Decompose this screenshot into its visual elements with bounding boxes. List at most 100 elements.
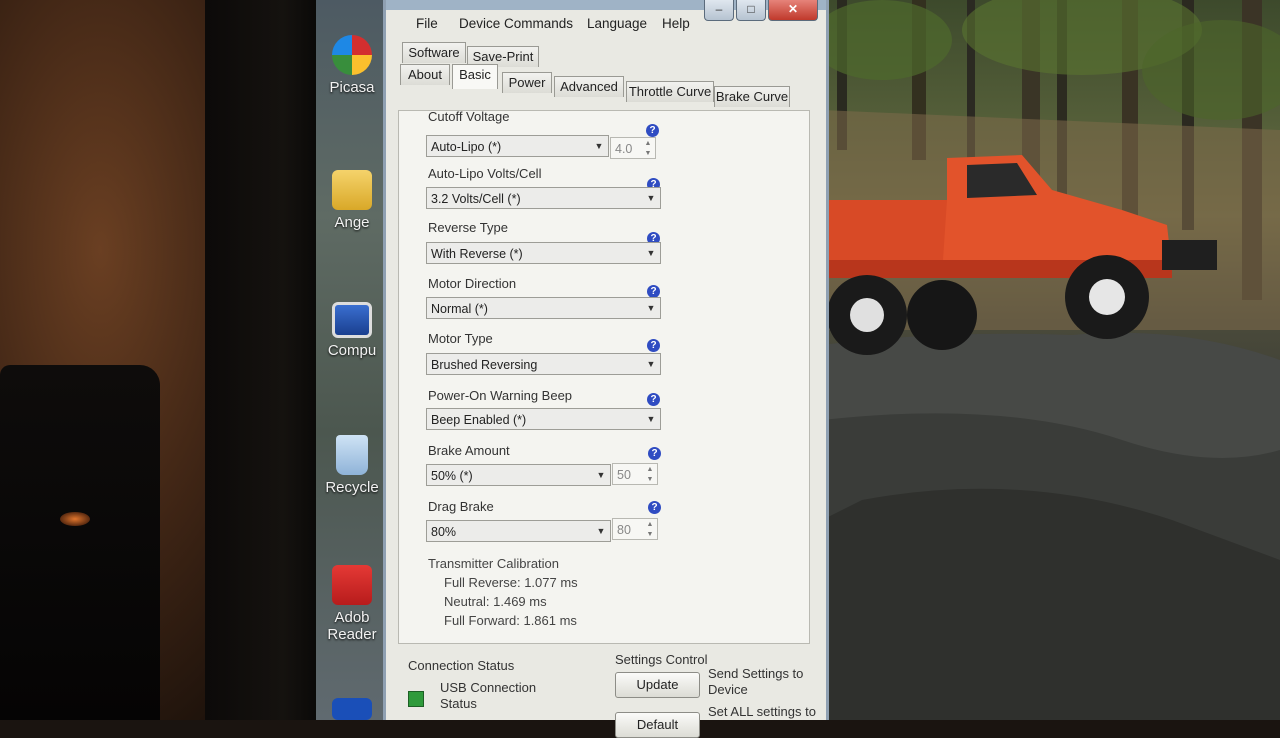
menu-bar: File Device Commands Language Help	[386, 12, 826, 38]
selected-value: 3.2 Volts/Cell (*)	[431, 192, 521, 206]
chevron-down-icon: ▼	[646, 414, 656, 424]
field-label-auto-lipo: Auto-Lipo Volts/Cell	[428, 166, 542, 181]
folder-icon	[332, 170, 372, 210]
send-settings-label: Send Settings to Device	[708, 666, 803, 698]
drag-brake-select[interactable]: 80% ▼	[426, 520, 611, 542]
computer-icon	[332, 302, 372, 338]
help-icon[interactable]: ?	[646, 124, 659, 137]
desktop-icon-picasa[interactable]: Picasa	[322, 35, 382, 96]
chevron-down-icon: ▼	[596, 526, 606, 536]
usb-status-led	[408, 691, 424, 707]
stepper-up-icon[interactable]: ▲	[644, 465, 656, 474]
desktop-icon-label: Picasa	[329, 79, 375, 96]
field-label-warning-beep: Power-On Warning Beep	[428, 388, 573, 403]
desktop-icon-label: Adob	[334, 609, 370, 626]
warning-beep-select[interactable]: Beep Enabled (*) ▼	[426, 408, 661, 430]
monitor-bezel	[205, 0, 317, 720]
calibration-neutral: Neutral: 1.469 ms	[444, 594, 547, 609]
tab-power[interactable]: Power	[502, 72, 552, 93]
calibration-title: Transmitter Calibration	[428, 556, 560, 571]
desktop-icon-adobe-reader[interactable]: Adob Reader	[322, 565, 382, 643]
field-label-cutoff-voltage: Cutoff Voltage	[428, 109, 510, 124]
brake-amount-stepper[interactable]: 50 ▲ ▼	[612, 463, 658, 485]
selected-value: 80%	[431, 525, 457, 539]
stepper-value: 50	[617, 468, 631, 482]
help-icon[interactable]: ?	[647, 339, 660, 352]
settings-control-title: Settings Control	[615, 652, 708, 667]
stepper-up-icon[interactable]: ▲	[642, 139, 654, 148]
motor-type-select[interactable]: Brushed Reversing ▼	[426, 353, 661, 375]
stepper-down-icon[interactable]: ▼	[644, 475, 656, 484]
field-label-brake-amount: Brake Amount	[428, 443, 510, 458]
menu-help[interactable]: Help	[662, 16, 690, 31]
chevron-down-icon: ▼	[594, 141, 604, 151]
picasa-icon	[332, 35, 372, 75]
help-icon[interactable]: ?	[647, 393, 660, 406]
desktop-icon-label: Reader	[327, 626, 377, 643]
desktop-icon-ange[interactable]: Ange	[322, 170, 382, 231]
usb-status-label: USB Connection Status	[440, 680, 536, 712]
help-icon[interactable]: ?	[648, 447, 661, 460]
selected-value: With Reverse (*)	[431, 247, 523, 261]
selected-value: Auto-Lipo (*)	[431, 140, 502, 154]
menu-language[interactable]: Language	[587, 16, 647, 31]
tab-brake-curve[interactable]: Brake Curve	[714, 86, 790, 107]
chevron-down-icon: ▼	[646, 248, 656, 258]
field-label-motor-direction: Motor Direction	[428, 276, 517, 291]
reverse-type-select[interactable]: With Reverse (*) ▼	[426, 242, 661, 264]
tab-throttle-curve[interactable]: Throttle Curve	[626, 81, 714, 102]
calibration-full-reverse: Full Reverse: 1.077 ms	[444, 575, 578, 590]
stepper-up-icon[interactable]: ▲	[644, 520, 656, 529]
cutoff-voltage-stepper[interactable]: 4.0 ▲ ▼	[610, 137, 656, 159]
selected-value: 50% (*)	[431, 469, 473, 483]
tab-about[interactable]: About	[400, 64, 450, 85]
field-label-reverse-type: Reverse Type	[428, 220, 508, 235]
chevron-down-icon: ▼	[596, 470, 606, 480]
usb-status-line2: Status	[440, 696, 477, 711]
default-button[interactable]: Default	[615, 712, 700, 738]
cutoff-voltage-select[interactable]: Auto-Lipo (*) ▼	[426, 135, 609, 157]
drag-brake-stepper[interactable]: 80 ▲ ▼	[612, 518, 658, 540]
recycle-bin-icon	[336, 435, 368, 475]
stepper-down-icon[interactable]: ▼	[642, 149, 654, 158]
auto-lipo-volts-select[interactable]: 3.2 Volts/Cell (*) ▼	[426, 187, 661, 209]
usb-status-line1: USB Connection	[440, 680, 537, 695]
desktop-icon-label: Ange	[334, 214, 370, 231]
esc-programmer-window: – □ ✕ File Device Commands Language Help…	[383, 0, 829, 738]
stepper-value: 4.0	[615, 142, 633, 156]
app-icon	[332, 698, 372, 720]
chevron-down-icon: ▼	[646, 303, 656, 313]
chevron-down-icon: ▼	[646, 193, 656, 203]
menu-file[interactable]: File	[416, 16, 438, 31]
set-all-settings-label: Set ALL settings to	[708, 704, 816, 719]
connection-status-title: Connection Status	[408, 658, 515, 673]
lamp-glow	[60, 512, 90, 526]
desktop-icon-label: Compu	[327, 342, 377, 359]
selected-value: Normal (*)	[431, 302, 488, 316]
field-label-motor-type: Motor Type	[428, 331, 493, 346]
send-settings-line2: Device	[708, 682, 748, 697]
tab-software[interactable]: Software	[402, 42, 466, 63]
wallpaper-scene	[822, 0, 1280, 720]
menu-device-commands[interactable]: Device Commands	[459, 16, 573, 31]
desktop-icon-recycle[interactable]: Recycle	[322, 435, 382, 496]
tab-advanced[interactable]: Advanced	[554, 76, 624, 97]
selected-value: Beep Enabled (*)	[431, 413, 527, 427]
lamp-silhouette	[0, 365, 160, 720]
adobe-reader-icon	[332, 565, 372, 605]
desktop-icon-partial[interactable]	[322, 698, 382, 724]
motor-direction-select[interactable]: Normal (*) ▼	[426, 297, 661, 319]
send-settings-line1: Send Settings to	[708, 666, 804, 681]
desktop-icon-label: Recycle	[325, 479, 379, 496]
tab-basic[interactable]: Basic	[452, 64, 498, 89]
brake-amount-select[interactable]: 50% (*) ▼	[426, 464, 611, 486]
wallpaper-photo	[822, 0, 1280, 720]
desktop-icon-computer[interactable]: Compu	[322, 302, 382, 359]
calibration-full-forward: Full Forward: 1.861 ms	[444, 613, 577, 628]
help-icon[interactable]: ?	[648, 501, 661, 514]
stepper-down-icon[interactable]: ▼	[644, 530, 656, 539]
field-label-drag-brake: Drag Brake	[428, 499, 494, 514]
update-button[interactable]: Update	[615, 672, 700, 698]
stepper-value: 80	[617, 523, 631, 537]
chevron-down-icon: ▼	[646, 359, 656, 369]
